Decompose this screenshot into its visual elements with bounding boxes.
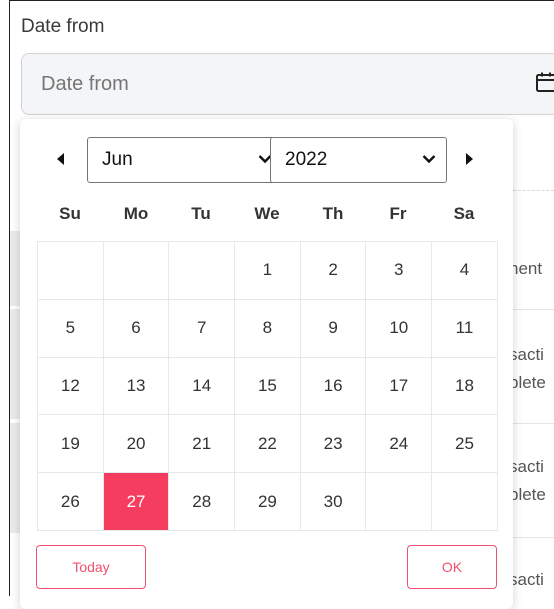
day-cell[interactable]: 3 bbox=[366, 242, 433, 300]
day-cell-empty bbox=[103, 242, 170, 300]
day-cell[interactable]: 9 bbox=[300, 299, 367, 358]
weekday-header: Tu bbox=[191, 204, 211, 223]
date-from-label: Date from bbox=[21, 16, 105, 37]
background-text: plete bbox=[509, 485, 546, 504]
day-cell[interactable]: 11 bbox=[432, 299, 498, 358]
weekday-header: We bbox=[254, 204, 280, 223]
ok-button[interactable]: OK bbox=[407, 545, 497, 589]
day-cell[interactable]: 17 bbox=[366, 357, 433, 416]
chevron-down-icon bbox=[422, 155, 436, 164]
day-cell[interactable]: 12 bbox=[38, 357, 104, 416]
day-cell[interactable]: 28 bbox=[169, 473, 236, 531]
day-cell[interactable]: 4 bbox=[432, 242, 498, 300]
day-cell-empty bbox=[432, 473, 498, 531]
weekday-header: Sa bbox=[453, 204, 475, 223]
day-cell[interactable]: 23 bbox=[300, 415, 367, 474]
background-divider bbox=[513, 423, 554, 424]
background-text: sacti bbox=[509, 457, 544, 476]
day-cell[interactable]: 7 bbox=[169, 299, 236, 358]
day-cell[interactable]: 24 bbox=[366, 415, 433, 474]
day-cell[interactable]: 25 bbox=[432, 415, 498, 474]
day-cell[interactable]: 29 bbox=[235, 473, 301, 531]
day-cell-empty bbox=[169, 242, 236, 300]
background-text: nent bbox=[509, 259, 543, 278]
background-row-strip bbox=[10, 231, 20, 306]
next-month-icon[interactable] bbox=[466, 153, 473, 165]
day-cell[interactable]: 8 bbox=[235, 299, 301, 358]
calendar-icon[interactable] bbox=[534, 70, 554, 94]
day-cell[interactable]: 30 bbox=[300, 473, 367, 531]
weekday-header: Fr bbox=[389, 204, 407, 223]
day-cell[interactable]: 19 bbox=[38, 415, 104, 474]
today-button[interactable]: Today bbox=[36, 545, 146, 589]
day-cell[interactable]: 14 bbox=[169, 357, 236, 416]
day-cell[interactable]: 10 bbox=[366, 299, 433, 358]
day-cell[interactable]: 13 bbox=[103, 357, 170, 416]
weekday-header: Su bbox=[59, 204, 81, 223]
background-divider bbox=[513, 537, 554, 538]
background-divider bbox=[513, 190, 554, 191]
calendar-grid: 1 2 3 4 5 6 7 8 9 10 11 12 13 14 15 16 1… bbox=[37, 241, 498, 531]
date-from-input[interactable] bbox=[21, 53, 554, 115]
day-cell[interactable]: 22 bbox=[235, 415, 301, 474]
day-cell[interactable]: 5 bbox=[38, 299, 104, 358]
day-cell[interactable]: 6 bbox=[103, 299, 170, 358]
day-cell[interactable]: 2 bbox=[300, 242, 367, 300]
day-cell-empty bbox=[366, 473, 433, 531]
month-select[interactable]: Jun bbox=[87, 137, 283, 183]
day-cell[interactable]: 1 bbox=[235, 242, 301, 300]
day-cell[interactable]: 16 bbox=[300, 357, 367, 416]
datepicker-popup: Jun 2022 Su Mo Tu We Th Fr Sa 1 2 3 4 5 … bbox=[20, 119, 513, 609]
day-cell[interactable]: 21 bbox=[169, 415, 236, 474]
day-cell[interactable]: 18 bbox=[432, 357, 498, 416]
day-cell-selected[interactable]: 27 bbox=[103, 473, 170, 531]
previous-month-icon[interactable] bbox=[57, 153, 64, 165]
month-select-value: Jun bbox=[102, 149, 133, 170]
year-select[interactable]: 2022 bbox=[270, 137, 447, 183]
day-cell[interactable]: 26 bbox=[38, 473, 104, 531]
weekday-header: Mo bbox=[123, 204, 149, 223]
frame-top-border bbox=[9, 0, 554, 1]
weekday-header: Th bbox=[322, 204, 344, 223]
year-select-value: 2022 bbox=[285, 149, 328, 170]
background-text: sacti bbox=[509, 345, 544, 364]
background-row-strip bbox=[10, 423, 20, 533]
day-cell[interactable]: 15 bbox=[235, 357, 301, 416]
background-row-strip bbox=[10, 309, 20, 419]
day-cell-empty bbox=[38, 242, 104, 300]
day-cell[interactable]: 20 bbox=[103, 415, 170, 474]
background-divider bbox=[513, 309, 554, 310]
background-text: sacti bbox=[509, 570, 544, 589]
background-text: plete bbox=[509, 373, 546, 392]
